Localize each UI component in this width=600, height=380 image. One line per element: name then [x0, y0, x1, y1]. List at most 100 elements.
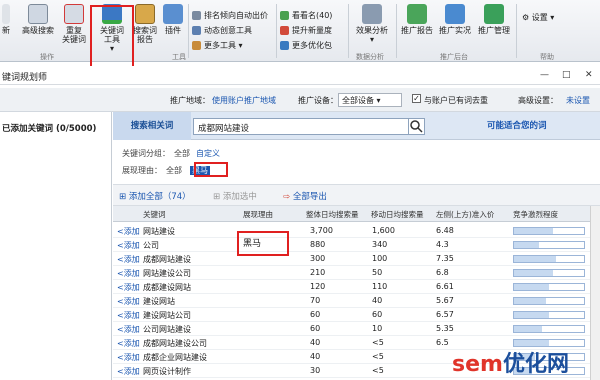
scrollbar[interactable]	[590, 206, 600, 380]
search-icon	[410, 120, 423, 133]
group-all[interactable]: 全部	[174, 149, 190, 158]
add-all-button[interactable]: ⊞ 添加全部（74）	[119, 190, 191, 202]
device-select[interactable]: 全部设备 ▾	[338, 93, 402, 107]
add-keyword-link[interactable]: <添加	[117, 226, 140, 237]
advanced-search-button[interactable]: 高级搜索	[18, 4, 58, 35]
export-all-button[interactable]: ⇨ 全部导出	[283, 190, 327, 202]
add-keyword-link[interactable]: <添加	[117, 338, 140, 349]
device-label: 推广设备：	[298, 96, 338, 105]
tab-suggested[interactable]: 可能适合您的词	[487, 112, 547, 140]
plugin-icon	[163, 4, 183, 24]
region-label: 推广地域：	[170, 96, 210, 105]
add-keyword-link[interactable]: <添加	[117, 282, 140, 293]
add-keyword-link[interactable]: <添加	[117, 268, 140, 279]
settings-menu[interactable]: ⚙ 设置 ▾	[522, 12, 554, 23]
competition-bar	[513, 227, 585, 235]
reason-all[interactable]: 全部	[166, 166, 182, 175]
region-link[interactable]: 使用账户推广地域	[212, 95, 276, 106]
keyword-cell: 成都建设网站	[143, 283, 191, 292]
mobile-volume-cell: 100	[372, 254, 388, 263]
tab-search-related[interactable]: 搜索相关词	[113, 112, 191, 140]
menu-creative-tool[interactable]: 动态创意工具	[192, 25, 252, 36]
minimize-button[interactable]: —	[540, 70, 549, 80]
gear-icon: ⚙	[522, 13, 530, 22]
menu-rank-bid[interactable]: 排名倾向自动出价	[192, 10, 268, 21]
total-volume-cell: 40	[310, 338, 321, 347]
table-row: <添加 网站建设 3,700 1,600 6.48	[113, 224, 600, 238]
added-keywords-panel: 已添加关键词 (0/5000)	[0, 112, 112, 380]
menu-more-tools[interactable]: 更多工具 ▾	[192, 40, 243, 51]
maximize-button[interactable]: □	[562, 70, 571, 80]
add-keyword-link[interactable]: <添加	[117, 366, 140, 377]
reason-mark-heima: 黑马	[243, 239, 262, 249]
new-button[interactable]: 新	[0, 4, 12, 35]
creative-icon	[192, 26, 201, 35]
mobile-volume-cell: 340	[372, 240, 388, 249]
menu-new-volume[interactable]: 提升新量度	[280, 25, 332, 36]
mobile-volume-cell: 1,600	[372, 226, 395, 235]
price-cell: 6.48	[436, 226, 454, 235]
magnifier-icon	[28, 4, 48, 24]
search-input[interactable]: 成都网站建设	[193, 118, 425, 135]
price-cell: 7.35	[436, 254, 454, 263]
separator	[516, 4, 517, 58]
add-keyword-link[interactable]: <添加	[117, 352, 140, 363]
optimize-icon	[280, 41, 289, 50]
mobile-volume-cell: <5	[372, 352, 384, 361]
competition-fill	[514, 326, 542, 332]
competition-bar	[513, 241, 585, 249]
table-row: <添加 成都网站建设 300 100 7.35	[113, 252, 600, 266]
highlight-reason-tag	[194, 162, 228, 177]
search-button[interactable]	[408, 118, 425, 135]
menu-watchlist[interactable]: 看看名(40)	[280, 10, 332, 21]
add-selected-button[interactable]: ⊞ 添加选中	[213, 190, 257, 202]
group-label-analysis: 数据分析	[356, 53, 384, 61]
export-icon: ⇨	[283, 192, 291, 202]
col-competition[interactable]: 竞争激烈程度	[513, 209, 558, 220]
dedupe-checkbox[interactable]: ✓	[412, 94, 421, 103]
group-filter: 关键词分组： 全部 自定义	[122, 149, 220, 158]
promo-report-button[interactable]: 推广报告	[400, 4, 434, 35]
add-keyword-link[interactable]: <添加	[117, 254, 140, 265]
group-custom-link[interactable]: 自定义	[196, 149, 220, 158]
search-report-button[interactable]: 搜索词 报告	[130, 4, 160, 44]
competition-fill	[514, 284, 549, 290]
menu-more-optimize[interactable]: 更多优化包	[280, 40, 332, 51]
effect-analysis-button[interactable]: 效果分析 ▾	[352, 4, 392, 44]
total-volume-cell: 880	[310, 240, 326, 249]
total-volume-cell: 60	[310, 324, 321, 333]
advanced-link[interactable]: 未设置	[566, 95, 590, 106]
col-left-price[interactable]: 左侧(上方)准入价	[436, 209, 494, 220]
col-keyword[interactable]: 关键词	[143, 209, 166, 220]
total-volume-cell: 60	[310, 310, 321, 319]
keyword-cell: 公司网站建设	[143, 325, 191, 334]
price-cell: 4.3	[436, 240, 449, 249]
add-keyword-link[interactable]: <添加	[117, 324, 140, 335]
keyword-cell: 网页设计制作	[143, 367, 191, 376]
mobile-volume-cell: 10	[372, 324, 383, 333]
add-keyword-link[interactable]: <添加	[117, 296, 140, 307]
group-label-help: 帮助	[540, 53, 554, 61]
close-button[interactable]: ✕	[585, 70, 593, 80]
volume-icon	[280, 26, 289, 35]
promo-manage-button[interactable]: 推广管理	[476, 4, 512, 35]
competition-bar	[513, 297, 585, 305]
add-keyword-link[interactable]: <添加	[117, 240, 140, 251]
table-row: <添加 网站建设公司 210 50 6.8	[113, 266, 600, 280]
col-reason[interactable]: 展现理由	[243, 209, 273, 220]
col-total-volume[interactable]: 整体日均搜索量	[306, 209, 359, 220]
competition-fill	[514, 256, 556, 262]
tab-bar: 搜索相关词 成都网站建设 可能适合您的词	[113, 112, 600, 140]
group-label-promo: 推广后台	[440, 53, 468, 61]
mobile-volume-cell: 40	[372, 296, 383, 305]
promo-realtime-button[interactable]: 推广实况	[438, 4, 472, 35]
keyword-cell: 成都网站建设	[143, 255, 191, 264]
plugin-button[interactable]: 插件	[162, 4, 184, 35]
competition-bar	[513, 269, 585, 277]
competition-fill	[514, 312, 549, 318]
col-mobile-volume[interactable]: 移动日均搜索量	[371, 209, 424, 220]
add-keyword-link[interactable]: <添加	[117, 310, 140, 321]
repeat-keyword-button[interactable]: 重复 关键词	[58, 4, 90, 44]
total-volume-cell: 210	[310, 268, 326, 277]
mobile-volume-cell: 110	[372, 282, 388, 291]
